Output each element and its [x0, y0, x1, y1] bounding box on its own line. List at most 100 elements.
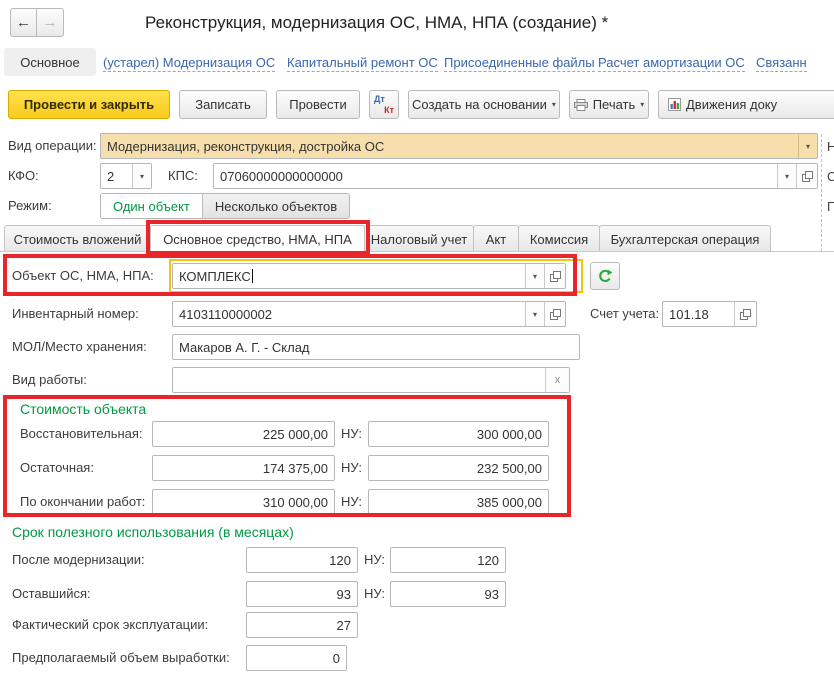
- remaining-field[interactable]: 93: [246, 581, 358, 607]
- object-label: Объект ОС, НМА, НПА:: [12, 263, 154, 289]
- document-window: ← → Реконструкция, модернизация ОС, НМА,…: [0, 0, 834, 684]
- refresh-button[interactable]: [590, 262, 620, 290]
- actual-usage-label: Фактический срок эксплуатации:: [12, 612, 208, 638]
- residual-cost-nu-field[interactable]: 232 500,00: [368, 455, 549, 481]
- nu-label: НУ:: [341, 455, 362, 481]
- panel-divider: [821, 134, 822, 252]
- work-type-field[interactable]: x: [172, 367, 570, 393]
- expected-output-value[interactable]: 0: [247, 646, 346, 670]
- back-arrow-icon: ←: [16, 15, 31, 30]
- kps-open-button[interactable]: [796, 164, 817, 188]
- kfo-value[interactable]: 2: [101, 164, 132, 188]
- operation-type-label: Вид операции:: [8, 133, 97, 159]
- tab-fixed-asset[interactable]: Основное средство, НМА, НПА: [150, 225, 365, 253]
- after-work-cost-field[interactable]: 310 000,00: [152, 489, 335, 515]
- mode-single-object-button[interactable]: Один объект: [101, 194, 202, 218]
- nu-label: НУ:: [341, 489, 362, 515]
- mol-value[interactable]: Макаров А. Г. - Склад: [173, 335, 579, 359]
- kps-field[interactable]: 07060000000000000 ▾: [213, 163, 818, 189]
- nav-link-capital-repair[interactable]: Капитальный ремонт ОС: [287, 55, 438, 72]
- after-modernization-value[interactable]: 120: [247, 548, 357, 572]
- nav-link-obsolete-modernization[interactable]: (устарел) Модернизация ОС: [103, 55, 275, 72]
- operation-type-field[interactable]: Модернизация, реконструкция, достройка О…: [100, 133, 818, 159]
- actual-usage-field[interactable]: 27: [246, 612, 358, 638]
- residual-cost-value[interactable]: 174 375,00: [153, 456, 334, 480]
- chevron-down-icon: ▾: [806, 142, 810, 151]
- dtkt-postings-button[interactable]: Дт Кт: [369, 90, 399, 119]
- forward-button[interactable]: →: [37, 8, 64, 37]
- after-work-cost-value[interactable]: 310 000,00: [153, 490, 334, 514]
- nu-label: НУ:: [364, 581, 385, 607]
- operation-type-dropdown-button[interactable]: ▾: [798, 134, 817, 158]
- after-work-cost-nu-value[interactable]: 385 000,00: [369, 490, 548, 514]
- object-dropdown-button[interactable]: ▾: [525, 264, 544, 288]
- dtkt-icon: Дт Кт: [370, 91, 398, 118]
- nav-link-related[interactable]: Связанн: [756, 55, 807, 72]
- restoration-cost-value[interactable]: 225 000,00: [153, 422, 334, 446]
- after-modernization-field[interactable]: 120: [246, 547, 358, 573]
- residual-cost-label: Остаточная:: [20, 455, 94, 481]
- restoration-cost-nu-field[interactable]: 300 000,00: [368, 421, 549, 447]
- expected-output-field[interactable]: 0: [246, 645, 347, 671]
- work-type-clear-button[interactable]: x: [545, 368, 569, 392]
- term-section-title: Срок полезного использования (в месяцах): [12, 524, 294, 540]
- nav-tab-main[interactable]: Основное: [4, 48, 96, 76]
- chevron-down-icon: ▾: [552, 100, 556, 109]
- residual-cost-nu-value[interactable]: 232 500,00: [369, 456, 548, 480]
- remaining-value[interactable]: 93: [247, 582, 357, 606]
- object-open-button[interactable]: [544, 264, 565, 288]
- post-button[interactable]: Провести: [276, 90, 360, 119]
- account-label: Счет учета:: [590, 301, 659, 327]
- tab-tax-accounting[interactable]: Налоговый учет: [364, 225, 474, 252]
- tab-commission[interactable]: Комиссия: [518, 225, 600, 252]
- clipped-label-2: С: [827, 169, 834, 184]
- tab-accounting-operation[interactable]: Бухгалтерская операция: [599, 225, 771, 252]
- remaining-nu-field[interactable]: 93: [390, 581, 506, 607]
- mode-multiple-objects-button[interactable]: Несколько объектов: [202, 194, 349, 218]
- inventory-number-field[interactable]: 4103110000002 ▾: [172, 301, 566, 327]
- object-field[interactable]: КОМПЛЕКС ▾: [172, 263, 566, 289]
- account-open-button[interactable]: [734, 302, 756, 326]
- tab-act[interactable]: Акт: [473, 225, 519, 252]
- inventory-dropdown-button[interactable]: ▾: [525, 302, 544, 326]
- back-button[interactable]: ←: [10, 8, 37, 37]
- kps-dropdown-button[interactable]: ▾: [777, 164, 796, 188]
- tab-investment-cost[interactable]: Стоимость вложений: [4, 225, 151, 252]
- inventory-open-button[interactable]: [544, 302, 565, 326]
- clear-icon: x: [555, 374, 561, 386]
- create-based-on-button[interactable]: Создать на основании ▾: [408, 90, 560, 119]
- kfo-label: КФО:: [8, 163, 39, 189]
- nav-link-depreciation-calc[interactable]: Расчет амортизации ОС: [598, 55, 745, 72]
- after-modernization-nu-field[interactable]: 120: [390, 547, 506, 573]
- history-nav: ← →: [10, 8, 64, 37]
- account-value[interactable]: 101.18: [663, 302, 734, 326]
- residual-cost-field[interactable]: 174 375,00: [152, 455, 335, 481]
- object-value[interactable]: КОМПЛЕКС: [173, 264, 525, 288]
- refresh-icon: [597, 268, 613, 284]
- kfo-field[interactable]: 2 ▾: [100, 163, 152, 189]
- work-type-value[interactable]: [173, 368, 545, 392]
- account-field[interactable]: 101.18: [662, 301, 757, 327]
- save-button[interactable]: Записать: [179, 90, 267, 119]
- actual-usage-value[interactable]: 27: [247, 613, 357, 637]
- after-work-cost-nu-field[interactable]: 385 000,00: [368, 489, 549, 515]
- kps-value[interactable]: 07060000000000000: [214, 164, 777, 188]
- bar-chart-icon: [668, 98, 681, 111]
- restoration-cost-nu-value[interactable]: 300 000,00: [369, 422, 548, 446]
- clipped-label-3: П: [827, 199, 834, 214]
- kfo-dropdown-button[interactable]: ▾: [132, 164, 151, 188]
- cost-section-title: Стоимость объекта: [20, 401, 146, 417]
- operation-type-value[interactable]: Модернизация, реконструкция, достройка О…: [101, 134, 798, 158]
- restoration-cost-field[interactable]: 225 000,00: [152, 421, 335, 447]
- print-button[interactable]: Печать ▾: [569, 90, 649, 119]
- after-modernization-nu-value[interactable]: 120: [391, 548, 505, 572]
- work-type-label: Вид работы:: [12, 367, 87, 393]
- text-caret: [252, 269, 253, 283]
- inventory-number-label: Инвентарный номер:: [12, 301, 139, 327]
- nav-link-attached-files[interactable]: Присоединенные файлы: [444, 55, 595, 72]
- mol-field[interactable]: Макаров А. Г. - Склад: [172, 334, 580, 360]
- document-movements-button[interactable]: Движения доку: [658, 90, 834, 119]
- remaining-nu-value[interactable]: 93: [391, 582, 505, 606]
- inventory-number-value[interactable]: 4103110000002: [173, 302, 525, 326]
- post-and-close-button[interactable]: Провести и закрыть: [8, 90, 170, 119]
